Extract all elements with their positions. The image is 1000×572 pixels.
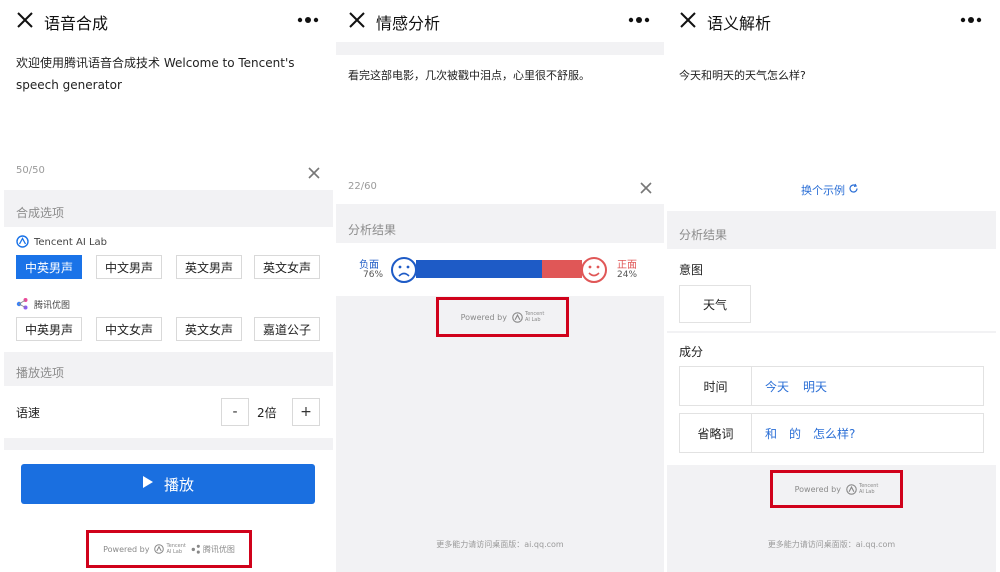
close-icon[interactable] — [14, 9, 36, 31]
powered-by-text: Powered by — [794, 484, 841, 494]
switch-example-label: 换个示例 — [801, 184, 845, 197]
component-key: 时间 — [679, 366, 752, 406]
logo-line2: AI Lab — [166, 549, 182, 555]
happy-face-icon — [580, 256, 608, 288]
semantic-panel: 语义解析 今天和明天的天气怎么样? 换个示例 分析结果 意图 天气 成分 时间 … — [667, 0, 996, 572]
positive-percent: 24% — [617, 270, 638, 280]
page-title: 语义解析 — [707, 14, 772, 33]
speed-increase-button[interactable]: + — [292, 398, 320, 426]
close-icon[interactable] — [677, 9, 699, 31]
input-text[interactable]: 今天和明天的天气怎么样? — [679, 67, 984, 85]
voice-option[interactable]: 中英男声 — [16, 317, 82, 341]
speed-row: 语速 - 2倍 + — [4, 386, 333, 438]
intent-label: 意图 — [679, 263, 704, 277]
sentiment-panel: 情感分析 看完这部电影，几次被戳中泪点，心里很不舒服。 22/60 分析结果 负… — [336, 0, 664, 572]
component-token: 和 — [765, 426, 778, 441]
ai-lab-logo-icon — [512, 311, 523, 323]
youtu-logo: 腾讯优图 — [191, 544, 235, 555]
voice-option[interactable]: 英文男声 — [176, 255, 242, 279]
component-token: 的 — [789, 426, 802, 441]
more-options-icon[interactable] — [626, 12, 652, 28]
text-input-area[interactable]: 欢迎使用腾讯语音合成技术 Welcome to Tencent's speech… — [4, 42, 333, 190]
powered-by-badge: Powered by Tencent AI Lab — [773, 473, 900, 505]
text-input-area[interactable]: 看完这部电影，几次被戳中泪点，心里很不舒服。 22/60 — [336, 55, 664, 204]
result-label: 分析结果 — [348, 223, 397, 237]
voice-option[interactable]: 中英男声 — [16, 255, 82, 279]
component-token: 明天 — [803, 379, 828, 394]
components-section: 成分 时间 今天 明天 省略词 和 的 怎么样? — [667, 333, 996, 465]
sentiment-bar — [416, 260, 582, 278]
youtu-logo-icon — [16, 295, 29, 314]
component-values: 今天 明天 — [751, 366, 984, 406]
footer-note[interactable]: 更多能力请访问桌面版：ai.qq.com — [667, 539, 996, 550]
input-text[interactable]: 看完这部电影，几次被戳中泪点，心里很不舒服。 — [348, 67, 653, 85]
positive-label: 正面 — [617, 260, 637, 271]
synthesis-options-label: 合成选项 — [16, 206, 65, 220]
speed-value: 2倍 — [257, 406, 277, 420]
ai-lab-logo-icon — [16, 233, 29, 252]
result-label: 分析结果 — [679, 228, 728, 242]
char-count: 22/60 — [348, 181, 377, 192]
negative-bar-fill — [416, 260, 543, 278]
powered-by-badge: Powered by Tencent AI Lab 腾讯优图 — [89, 533, 249, 565]
ai-lab-logo: Tencent AI Lab — [512, 311, 544, 323]
play-icon — [142, 475, 154, 493]
voice-option[interactable]: 嘉道公子 — [254, 317, 320, 341]
sentiment-result: 负面 76% 正面 24% — [336, 243, 664, 296]
switch-example-link[interactable]: 换个示例 — [801, 182, 859, 198]
close-icon[interactable] — [346, 9, 368, 31]
ai-lab-logo: Tencent AI Lab — [846, 483, 878, 495]
sad-face-icon — [390, 256, 418, 288]
play-button[interactable]: 播放 — [21, 464, 315, 504]
playback-options-label: 播放选项 — [16, 366, 65, 380]
voice-option[interactable]: 中文男声 — [96, 255, 162, 279]
page-title: 语音合成 — [44, 14, 109, 33]
speed-label: 语速 — [16, 406, 41, 420]
more-options-icon[interactable] — [295, 12, 321, 28]
voice-option[interactable]: 英文女声 — [176, 317, 242, 341]
powered-by-badge: Powered by Tencent AI Lab — [439, 300, 566, 334]
youtu-logo-icon — [191, 544, 200, 554]
clear-icon[interactable] — [307, 165, 321, 179]
component-token: 今天 — [765, 379, 790, 394]
title-bar: 情感分析 — [336, 0, 664, 42]
negative-label: 负面 — [359, 260, 379, 271]
title-bar: 语义解析 — [667, 0, 996, 42]
intent-section: 意图 天气 — [667, 249, 996, 331]
tts-panel: 语音合成 欢迎使用腾讯语音合成技术 Welcome to Tencent's s… — [4, 0, 333, 572]
voice-option[interactable]: 英文女声 — [254, 255, 320, 279]
provider-youtu: 腾讯优图 — [16, 295, 70, 314]
youtu-label: 腾讯优图 — [202, 544, 235, 554]
play-label: 播放 — [163, 475, 194, 494]
refresh-icon — [848, 183, 859, 197]
ai-lab-logo: Tencent AI Lab — [154, 543, 186, 555]
char-count: 50/50 — [16, 165, 45, 176]
logo-line2: AI Lab — [524, 317, 541, 323]
positive-bar-fill — [542, 260, 582, 278]
speed-decrease-button[interactable]: - — [221, 398, 249, 426]
logo-line2: AI Lab — [858, 489, 875, 495]
ai-lab-logo-icon — [154, 544, 165, 554]
title-bar: 语音合成 — [4, 0, 333, 42]
provider-ai-lab: Tencent AI Lab — [16, 233, 107, 252]
powered-by-text: Powered by — [103, 544, 150, 554]
components-label: 成分 — [679, 345, 704, 359]
footer-note[interactable]: 更多能力请访问桌面版：ai.qq.com — [336, 539, 664, 550]
component-token: 怎么样? — [813, 426, 856, 441]
component-values: 和 的 怎么样? — [751, 413, 984, 453]
ai-lab-logo-icon — [846, 483, 857, 495]
clear-icon[interactable] — [639, 180, 653, 194]
input-text[interactable]: 欢迎使用腾讯语音合成技术 Welcome to Tencent's speech… — [16, 52, 321, 96]
voice-options: Tencent AI Lab 中英男声 中文男声 英文男声 英文女声 腾讯优图 … — [4, 227, 333, 352]
more-options-icon[interactable] — [958, 12, 984, 28]
page-title: 情感分析 — [376, 14, 441, 33]
intent-value: 天气 — [679, 285, 751, 323]
voice-option[interactable]: 中文女声 — [96, 317, 162, 341]
text-input-area[interactable]: 今天和明天的天气怎么样? 换个示例 — [667, 42, 996, 211]
negative-percent: 76% — [363, 270, 384, 280]
provider-name: 腾讯优图 — [34, 301, 71, 311]
powered-by-text: Powered by — [460, 312, 507, 322]
provider-name: Tencent AI Lab — [34, 237, 108, 248]
component-key: 省略词 — [679, 413, 752, 453]
